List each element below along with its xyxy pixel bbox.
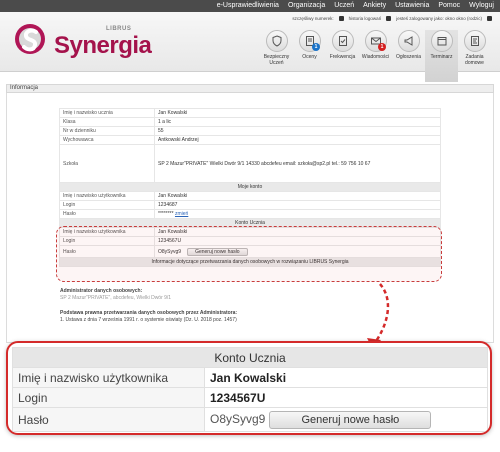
nav-uczen[interactable]: Uczeń xyxy=(334,1,354,11)
row-value: Jan Kowalski xyxy=(154,108,441,118)
module-label: Bezpieczny Uczeń xyxy=(263,54,290,66)
table-row: Imię i nazwisko użytkownika Jan Kowalski xyxy=(59,191,441,201)
login-label: Login xyxy=(12,387,205,408)
row-value: 1234687 xyxy=(154,200,441,210)
module-label: Oceny xyxy=(302,54,317,60)
login-history-link[interactable]: historia logowań xyxy=(349,16,382,21)
admin-heading: Administrator danych osobowych: xyxy=(60,288,143,294)
table-row: Nr w dzienniku 55 xyxy=(59,126,441,136)
row-key: Hasło xyxy=(59,209,155,219)
admin-info: Administrator danych osobowych: SP 2 Maz… xyxy=(60,288,237,324)
help-icon[interactable] xyxy=(386,16,392,21)
lucky-number-label: szczęśliwy numerek: xyxy=(292,16,334,21)
row-key: Imię i nazwisko użytkownika xyxy=(59,191,155,201)
row-value: 1 a lic xyxy=(154,117,441,127)
username-value: Jan Kowalski xyxy=(204,367,488,388)
module-bezpieczny-uczen[interactable]: Bezpieczny Uczeń xyxy=(260,30,293,82)
table-row: Imię i nazwisko ucznia Jan Kowalski xyxy=(59,108,441,118)
module-label: Wiadomości xyxy=(361,54,390,60)
module-ogloszenia[interactable]: Ogłoszenia xyxy=(392,30,425,82)
module-wiadomosci[interactable]: 1 Wiadomości xyxy=(359,30,392,82)
module-zadania-domowe[interactable]: Zadania domowe xyxy=(458,30,491,82)
row-value: SP 2 Mazur"PRIVATE" Wielki Dwór 9/1 1433… xyxy=(154,144,441,183)
calendar-icon xyxy=(437,37,446,46)
table-row: Hasło O8ySyvg9 Generuj nowe hasło xyxy=(12,407,488,432)
nav-wyloguj[interactable]: Wyloguj xyxy=(469,1,494,11)
module-label: Frekwencja xyxy=(329,54,356,60)
table-header-row: Konto Ucznia xyxy=(12,347,488,368)
logo-brand-name: Synergia xyxy=(54,32,152,59)
table-row: Szkoła SP 2 Mazur"PRIVATE" Wielki Dwór 9/… xyxy=(59,144,441,183)
nav-e-usprawiedliwienia[interactable]: e-Usprawiedliwienia xyxy=(217,1,279,11)
synergia-logo-icon[interactable] xyxy=(14,23,46,55)
konto-ucznia-table: Konto Ucznia Imię i nazwisko użytkownika… xyxy=(12,347,488,432)
table-row: Imię i nazwisko użytkownika Jan Kowalski xyxy=(12,367,488,388)
top-nav-menu: e-Usprawiedliwienia Organizacja Uczeń An… xyxy=(217,1,494,11)
module-label: Terminarz xyxy=(430,54,453,60)
nav-ustawienia[interactable]: Ustawienia xyxy=(395,1,429,11)
row-key: Wychowawca xyxy=(59,135,155,145)
username-label: Imię i nazwisko użytkownika xyxy=(12,367,205,388)
row-key: Nr w dzienniku xyxy=(59,126,155,136)
row-key: Klasa xyxy=(59,117,155,127)
row-key: Imię i nazwisko ucznia xyxy=(59,108,155,118)
admin-address: SP 2 Mazur"PRIVATE", abcdefeu, Wielki Dw… xyxy=(60,295,172,301)
megaphone-icon xyxy=(404,36,412,46)
change-password-link[interactable]: zmień xyxy=(175,211,188,217)
shield-icon xyxy=(272,35,281,47)
logged-in-as-label: jesteś zalogowany jako: okno okno (rodzi… xyxy=(396,16,482,21)
grades-badge: 1 xyxy=(312,43,320,51)
row-value: 55 xyxy=(154,126,441,136)
top-navigation-bar: e-Usprawiedliwienia Organizacja Uczeń An… xyxy=(0,0,500,12)
lucky-number-icon xyxy=(338,16,344,21)
legal-line: 1. Ustawa z dnia 7 września 1991 r. o sy… xyxy=(60,317,237,323)
messages-badge: 1 xyxy=(378,43,386,51)
module-label: Zadania domowe xyxy=(465,54,484,66)
moje-konto-header: Moje konto xyxy=(59,182,441,192)
table-row: Hasło ******** zmień xyxy=(59,209,441,219)
password-label: Hasło xyxy=(12,407,205,432)
module-frekwencja[interactable]: Frekwencja xyxy=(326,30,359,82)
generate-password-button[interactable]: Generuj nowe hasło xyxy=(269,410,432,429)
section-title: Informacja xyxy=(6,84,494,93)
login-value: 1234567U xyxy=(204,387,488,408)
module-oceny[interactable]: 1 Oceny xyxy=(293,30,326,82)
module-label: Ogłoszenia xyxy=(395,54,421,60)
table-row: Login 1234567U xyxy=(12,387,488,408)
row-value: Antkowski Andrzej xyxy=(154,135,441,145)
konto-ucznia-title: Konto Ucznia xyxy=(12,347,488,368)
row-key: Szkoła xyxy=(59,144,155,183)
module-terminarz[interactable]: Terminarz xyxy=(425,30,458,82)
row-value: Jan Kowalski xyxy=(154,191,441,201)
row-key: Login xyxy=(59,200,155,210)
header: LIBRUS Synergia szczęśliwy numerek: hist… xyxy=(0,12,500,82)
konto-ucznia-zoom-panel: Konto Ucznia Imię i nazwisko użytkownika… xyxy=(6,341,492,435)
nav-pomoc[interactable]: Pomoc xyxy=(438,1,460,11)
table-row: Login 1234687 xyxy=(59,200,441,210)
nav-ankiety[interactable]: Ankiety xyxy=(363,1,386,11)
info-icon[interactable] xyxy=(487,16,492,21)
konto-ucznia-highlight xyxy=(56,226,442,282)
homework-icon xyxy=(470,36,479,46)
legal-heading: Podstawa prawna przetwarzania danych oso… xyxy=(60,310,238,316)
password-value: O8ySyvg9 xyxy=(210,411,266,426)
module-icon-bar: Bezpieczny Uczeń 1 Oceny Frekwencja 1 Wi… xyxy=(260,30,491,82)
status-line: szczęśliwy numerek: historia logowań jes… xyxy=(292,16,492,21)
password-masked: ******** xyxy=(158,211,174,217)
table-row: Wychowawca Antkowski Andrzej xyxy=(59,135,441,145)
section-header: Moje konto xyxy=(59,182,441,192)
nav-organizacja[interactable]: Organizacja xyxy=(288,1,325,11)
table-row: Klasa 1 a lic xyxy=(59,117,441,127)
attendance-icon xyxy=(338,36,347,46)
